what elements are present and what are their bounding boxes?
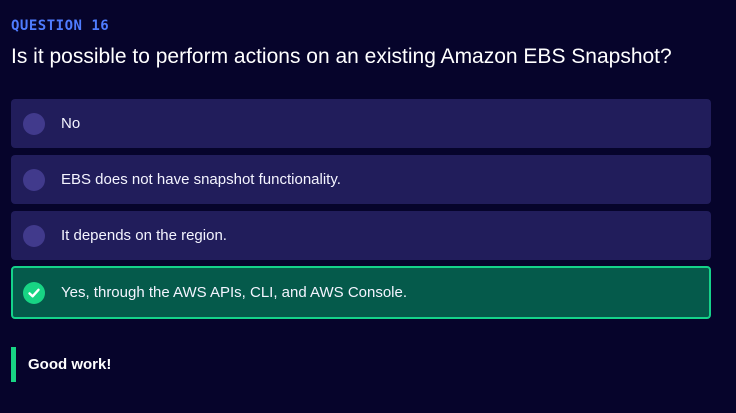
question-number: QUESTION 16 (11, 18, 110, 34)
radio-icon[interactable] (23, 112, 45, 135)
answer-option-label: It depends on the region. (61, 227, 227, 244)
check-icon[interactable] (23, 281, 45, 304)
feedback-message: Good work! (11, 347, 111, 382)
answer-options: No EBS does not have snapshot functional… (11, 99, 711, 326)
answer-option-correct[interactable]: Yes, through the AWS APIs, CLI, and AWS … (11, 266, 711, 319)
answer-option-no[interactable]: No (11, 99, 711, 148)
answer-option-label: No (61, 115, 81, 132)
answer-option-region[interactable]: It depends on the region. (11, 211, 711, 260)
answer-option-label: EBS does not have snapshot functionality… (61, 171, 341, 188)
question-text: Is it possible to perform actions on an … (11, 45, 672, 68)
answer-option-label: Yes, through the AWS APIs, CLI, and AWS … (61, 284, 408, 301)
radio-icon[interactable] (23, 224, 45, 247)
answer-option-no-snapshot[interactable]: EBS does not have snapshot functionality… (11, 155, 711, 204)
feedback-accent-bar (11, 347, 16, 382)
radio-icon[interactable] (23, 168, 45, 191)
feedback-text: Good work! (28, 356, 112, 373)
